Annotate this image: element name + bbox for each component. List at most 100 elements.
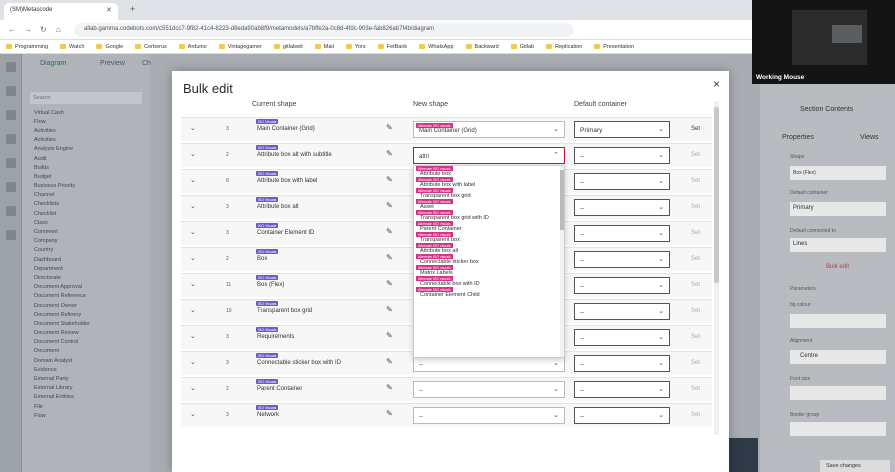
magic-wand-icon[interactable]: ✎: [386, 227, 393, 236]
dropdown-scroll-thumb[interactable]: [560, 170, 564, 230]
dropdown-scrollbar[interactable]: [560, 166, 564, 357]
default-container-select[interactable]: -- ⌄: [574, 173, 670, 190]
tree-item[interactable]: Document: [22, 347, 150, 356]
expand-chevron-icon[interactable]: ⌄: [190, 176, 196, 184]
bookmark-item[interactable]: Backward: [465, 40, 499, 53]
dropdown-option[interactable]: Alternate ISO visuals Attribute box: [414, 166, 564, 177]
magic-wand-icon[interactable]: ✎: [386, 357, 393, 366]
rail-icon[interactable]: [6, 86, 16, 96]
alignment-select[interactable]: Centre: [790, 350, 886, 364]
tree-item[interactable]: Document Review: [22, 329, 150, 338]
tree-item[interactable]: Document Reference: [22, 292, 150, 301]
bookmark-item[interactable]: WhatsApp: [419, 40, 454, 53]
tree-item[interactable]: File: [22, 402, 150, 411]
rail-icon[interactable]: [6, 182, 16, 192]
tree-item[interactable]: Department: [22, 264, 150, 273]
tree-item[interactable]: Flow: [22, 411, 150, 420]
tree-item[interactable]: Domain Analyst: [22, 356, 150, 365]
tree-item[interactable]: Channel: [22, 191, 150, 200]
magic-wand-icon[interactable]: ✎: [386, 201, 393, 210]
close-button[interactable]: ×: [713, 77, 720, 91]
tree-item[interactable]: Document Stakeholder: [22, 319, 150, 328]
tree-item[interactable]: Directorate: [22, 273, 150, 282]
bookmark-item[interactable]: Watch: [60, 40, 84, 53]
modal-scrollbar[interactable]: [714, 101, 719, 435]
magic-wand-icon[interactable]: ✎: [386, 253, 393, 262]
bookmark-item[interactable]: Vintagegamer: [218, 40, 262, 53]
bookmark-item[interactable]: Google: [96, 40, 123, 53]
tree-item[interactable]: Activities: [22, 126, 150, 135]
tree-item[interactable]: Analysis Engine: [22, 145, 150, 154]
bookmark-item[interactable]: gitlabwit: [273, 40, 303, 53]
tree-item[interactable]: Budget: [22, 172, 150, 181]
tab-preview[interactable]: Preview: [100, 60, 125, 67]
set-button[interactable]: Set: [691, 386, 700, 392]
tree-item[interactable]: Document Refinery: [22, 310, 150, 319]
new-tab-icon[interactable]: +: [130, 4, 135, 14]
default-container-select[interactable]: -- ⌄: [574, 199, 670, 216]
rail-icon[interactable]: [6, 134, 16, 144]
rail-icon[interactable]: [6, 230, 16, 240]
tab-properties[interactable]: Properties: [782, 134, 814, 141]
tree-item[interactable]: Checklist: [22, 209, 150, 218]
expand-chevron-icon[interactable]: ⌄: [190, 124, 196, 132]
tree-item[interactable]: Business Priority: [22, 182, 150, 191]
bookmark-item[interactable]: Gitlab: [510, 40, 534, 53]
default-container-select[interactable]: -- ⌄: [574, 303, 670, 320]
dropdown-option[interactable]: Alternate ISO visuals Transparent box gri…: [414, 188, 564, 199]
expand-chevron-icon[interactable]: ⌄: [190, 410, 196, 418]
dropdown-option[interactable]: Alternate ISO visuals Connectable box wit…: [414, 276, 564, 287]
default-container-select[interactable]: Primary: [790, 202, 886, 216]
new-shape-select[interactable]: -- ⌄: [413, 381, 565, 398]
bookmark-item[interactable]: Programming: [6, 40, 48, 53]
dropdown-option[interactable]: Alternate ISO visuals Transparent box gri…: [414, 210, 564, 221]
expand-chevron-icon[interactable]: ⌄: [190, 280, 196, 288]
tree-item[interactable]: Class: [22, 218, 150, 227]
set-button[interactable]: Set: [691, 204, 700, 210]
dropdown-option[interactable]: Alternate ISO visuals Attribute box with …: [414, 177, 564, 188]
tab-ch[interactable]: Ch: [142, 60, 151, 67]
browser-tab[interactable]: (SM)Metascode ✕: [4, 3, 118, 20]
tree-item[interactable]: Evidence: [22, 365, 150, 374]
tree-item[interactable]: Document Approval: [22, 283, 150, 292]
set-button[interactable]: Set: [691, 308, 700, 314]
font-size-input[interactable]: [790, 386, 886, 400]
tree-item[interactable]: Virtual Cash: [22, 108, 150, 117]
new-shape-select[interactable]: Alternate ISO visuals Main Container (Gri…: [413, 121, 565, 138]
set-button[interactable]: Set: [691, 152, 700, 158]
expand-chevron-icon[interactable]: ⌄: [190, 228, 196, 236]
set-button[interactable]: Set: [691, 360, 700, 366]
shape-select[interactable]: Box (Flex): [790, 166, 886, 180]
default-container-select[interactable]: -- ⌄: [574, 251, 670, 268]
new-shape-select[interactable]: attri ⌃: [413, 147, 565, 164]
set-button[interactable]: Set: [691, 230, 700, 236]
tree-item[interactable]: Builds: [22, 163, 150, 172]
tree-item[interactable]: External Entities: [22, 393, 150, 402]
set-button[interactable]: Set: [691, 282, 700, 288]
forward-icon[interactable]: →: [24, 25, 32, 34]
expand-chevron-icon[interactable]: ⌄: [190, 358, 196, 366]
tab-views[interactable]: Views: [860, 134, 879, 141]
bookmark-item[interactable]: FetBank: [377, 40, 407, 53]
tree-item[interactable]: Audit: [22, 154, 150, 163]
bg-colour-input[interactable]: [790, 314, 886, 328]
default-container-select[interactable]: -- ⌄: [574, 277, 670, 294]
tree-item[interactable]: Document Owner: [22, 301, 150, 310]
set-button[interactable]: Set: [691, 256, 700, 262]
expand-chevron-icon[interactable]: ⌄: [190, 384, 196, 392]
magic-wand-icon[interactable]: ✎: [386, 149, 393, 158]
border-group-input[interactable]: [790, 422, 886, 436]
default-container-select[interactable]: -- ⌄: [574, 329, 670, 346]
tab-diagram[interactable]: Diagram: [40, 60, 66, 67]
expand-chevron-icon[interactable]: ⌄: [190, 332, 196, 340]
magic-wand-icon[interactable]: ✎: [386, 331, 393, 340]
tree-item[interactable]: Company: [22, 237, 150, 246]
new-shape-select[interactable]: -- ⌄: [413, 407, 565, 424]
set-button[interactable]: Set: [691, 126, 700, 132]
magic-wand-icon[interactable]: ✎: [386, 279, 393, 288]
tree-item[interactable]: Country: [22, 246, 150, 255]
tree-item[interactable]: Document Control: [22, 338, 150, 347]
back-icon[interactable]: ←: [8, 25, 16, 34]
rail-icon[interactable]: [6, 158, 16, 168]
default-container-select[interactable]: -- ⌄: [574, 381, 670, 398]
